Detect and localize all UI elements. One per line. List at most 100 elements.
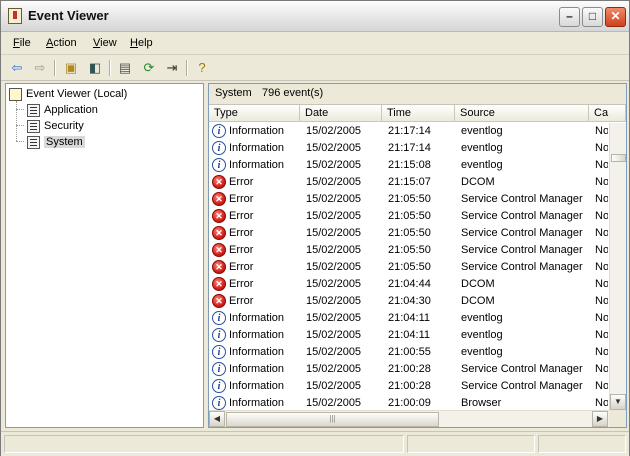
event-row[interactable]: ✕ Error 15/02/2005 21:05:50 Service Control … bbox=[209, 225, 608, 242]
event-category: No bbox=[595, 346, 608, 358]
event-date: 15/02/2005 bbox=[306, 261, 362, 273]
event-row[interactable]: i Information 15/02/2005 21:00:55 eventlog No bbox=[209, 344, 608, 361]
event-viewer-icon bbox=[9, 87, 22, 101]
up-folder-icon[interactable]: ▣ bbox=[61, 59, 81, 77]
event-date: 15/02/2005 bbox=[306, 227, 362, 239]
information-icon: i bbox=[212, 379, 226, 393]
console-tree: Event Viewer (Local) Application Securit… bbox=[5, 83, 204, 428]
event-row[interactable]: i Information 15/02/2005 21:00:28 Service Co… bbox=[209, 378, 608, 395]
event-time: 21:15:07 bbox=[388, 176, 431, 188]
event-source: eventlog bbox=[461, 312, 503, 324]
event-type: Error bbox=[229, 278, 254, 290]
event-time: 21:04:30 bbox=[388, 295, 431, 307]
window-title: Event Viewer bbox=[28, 8, 109, 23]
scroll-right-button[interactable]: ▶ bbox=[592, 411, 608, 427]
event-source: eventlog bbox=[461, 142, 503, 154]
forward-arrow-icon[interactable]: ⇨ bbox=[30, 59, 50, 77]
event-row[interactable]: i Information 15/02/2005 21:15:08 eventlog No bbox=[209, 157, 608, 174]
event-row[interactable]: ✕ Error 15/02/2005 21:15:07 DCOM No bbox=[209, 174, 608, 191]
error-icon: ✕ bbox=[212, 277, 226, 291]
column-header-source[interactable]: Source bbox=[455, 105, 589, 122]
minimize-button[interactable]: – bbox=[559, 7, 580, 27]
title-bar[interactable]: Event Viewer – □ ✕ bbox=[1, 1, 629, 32]
menu-action[interactable]: Action bbox=[46, 37, 77, 49]
event-date: 15/02/2005 bbox=[306, 397, 362, 409]
event-date: 15/02/2005 bbox=[306, 210, 362, 222]
tree-item-security[interactable]: Security bbox=[27, 118, 84, 134]
event-row[interactable]: ✕ Error 15/02/2005 21:04:30 DCOM No bbox=[209, 293, 608, 310]
event-row[interactable]: i Information 15/02/2005 21:00:28 Service Co… bbox=[209, 361, 608, 378]
tree-item-application[interactable]: Application bbox=[27, 102, 98, 118]
vertical-scroll-thumb[interactable] bbox=[611, 154, 626, 162]
event-row[interactable]: ✕ Error 15/02/2005 21:05:50 Service Control … bbox=[209, 191, 608, 208]
event-time: 21:04:11 bbox=[388, 329, 431, 341]
menu-bar: File Action View Help bbox=[1, 32, 629, 55]
toolbar-separator bbox=[109, 60, 111, 76]
scroll-down-button[interactable]: ▼ bbox=[610, 394, 626, 410]
event-type: Error bbox=[229, 193, 254, 205]
error-icon: ✕ bbox=[212, 243, 226, 257]
horizontal-scrollbar[interactable]: ◀ ||| ▶ bbox=[209, 410, 609, 427]
column-header-type[interactable]: Type bbox=[209, 105, 300, 122]
event-type: Error bbox=[229, 261, 254, 273]
information-icon: i bbox=[212, 124, 226, 138]
column-header-time[interactable]: Time bbox=[382, 105, 455, 122]
event-type: Information bbox=[229, 142, 285, 154]
refresh-icon[interactable]: ⟳ bbox=[139, 59, 159, 77]
event-source: Browser bbox=[461, 397, 502, 409]
menu-help[interactable]: Help bbox=[130, 37, 153, 49]
help-icon[interactable]: ? bbox=[192, 59, 212, 77]
menu-file[interactable]: File bbox=[13, 37, 31, 49]
vertical-scrollbar[interactable]: ▼ bbox=[609, 123, 626, 410]
event-type: Error bbox=[229, 295, 254, 307]
event-row[interactable]: i Information 15/02/2005 21:04:11 eventlog No bbox=[209, 310, 608, 327]
export-list-icon[interactable]: ⇥ bbox=[162, 59, 182, 77]
event-viewer-window: Event Viewer – □ ✕ File Action View Help… bbox=[0, 0, 630, 456]
scroll-left-button[interactable]: ◀ bbox=[209, 411, 225, 427]
event-type: Information bbox=[229, 125, 285, 137]
event-row[interactable]: i Information 15/02/2005 21:04:11 eventlog No bbox=[209, 327, 608, 344]
properties-icon[interactable]: ▤ bbox=[115, 59, 135, 77]
event-source: DCOM bbox=[461, 278, 495, 290]
error-icon: ✕ bbox=[212, 209, 226, 223]
information-icon: i bbox=[212, 158, 226, 172]
close-button[interactable]: ✕ bbox=[605, 7, 626, 27]
event-row[interactable]: ✕ Error 15/02/2005 21:05:50 Service Control … bbox=[209, 208, 608, 225]
show-tree-icon[interactable]: ◧ bbox=[85, 59, 105, 77]
event-source: Service Control Manager bbox=[461, 380, 583, 392]
tree-root-event-viewer[interactable]: Event Viewer (Local) bbox=[9, 86, 127, 102]
column-header-date[interactable]: Date bbox=[300, 105, 382, 122]
back-arrow-icon[interactable]: ⇦ bbox=[7, 59, 27, 77]
event-time: 21:17:14 bbox=[388, 142, 431, 154]
event-type: Information bbox=[229, 346, 285, 358]
event-date: 15/02/2005 bbox=[306, 380, 362, 392]
event-source: DCOM bbox=[461, 295, 495, 307]
event-category: No bbox=[595, 397, 608, 409]
event-time: 21:04:44 bbox=[388, 278, 431, 290]
event-category: No bbox=[595, 261, 608, 273]
event-row[interactable]: ✕ Error 15/02/2005 21:05:50 Service Control … bbox=[209, 242, 608, 259]
event-row[interactable]: i Information 15/02/2005 21:17:14 eventlog No bbox=[209, 140, 608, 157]
column-header-category[interactable]: Ca bbox=[589, 105, 626, 122]
event-category: No bbox=[595, 380, 608, 392]
event-type: Error bbox=[229, 210, 254, 222]
event-row[interactable]: ✕ Error 15/02/2005 21:04:44 DCOM No bbox=[209, 276, 608, 293]
event-date: 15/02/2005 bbox=[306, 295, 362, 307]
list-header: System 796 event(s) bbox=[209, 84, 626, 105]
event-category: No bbox=[595, 312, 608, 324]
tree-item-system[interactable]: System bbox=[27, 134, 85, 150]
menu-view[interactable]: View bbox=[93, 37, 117, 49]
event-source: Service Control Manager bbox=[461, 363, 583, 375]
event-time: 21:15:08 bbox=[388, 159, 431, 171]
event-row[interactable]: i Information 15/02/2005 21:17:14 eventlog No bbox=[209, 123, 608, 140]
event-category: No bbox=[595, 159, 608, 171]
event-source: Service Control Manager bbox=[461, 244, 583, 256]
event-type: Information bbox=[229, 159, 285, 171]
log-icon bbox=[27, 135, 40, 149]
event-row[interactable]: i Information 15/02/2005 21:00:09 Browser No bbox=[209, 395, 608, 410]
event-row[interactable]: ✕ Error 15/02/2005 21:05:50 Service Control … bbox=[209, 259, 608, 276]
maximize-button[interactable]: □ bbox=[582, 7, 603, 27]
toolbar-separator bbox=[186, 60, 188, 76]
horizontal-scroll-thumb[interactable]: ||| bbox=[226, 412, 439, 427]
event-category: No bbox=[595, 363, 608, 375]
